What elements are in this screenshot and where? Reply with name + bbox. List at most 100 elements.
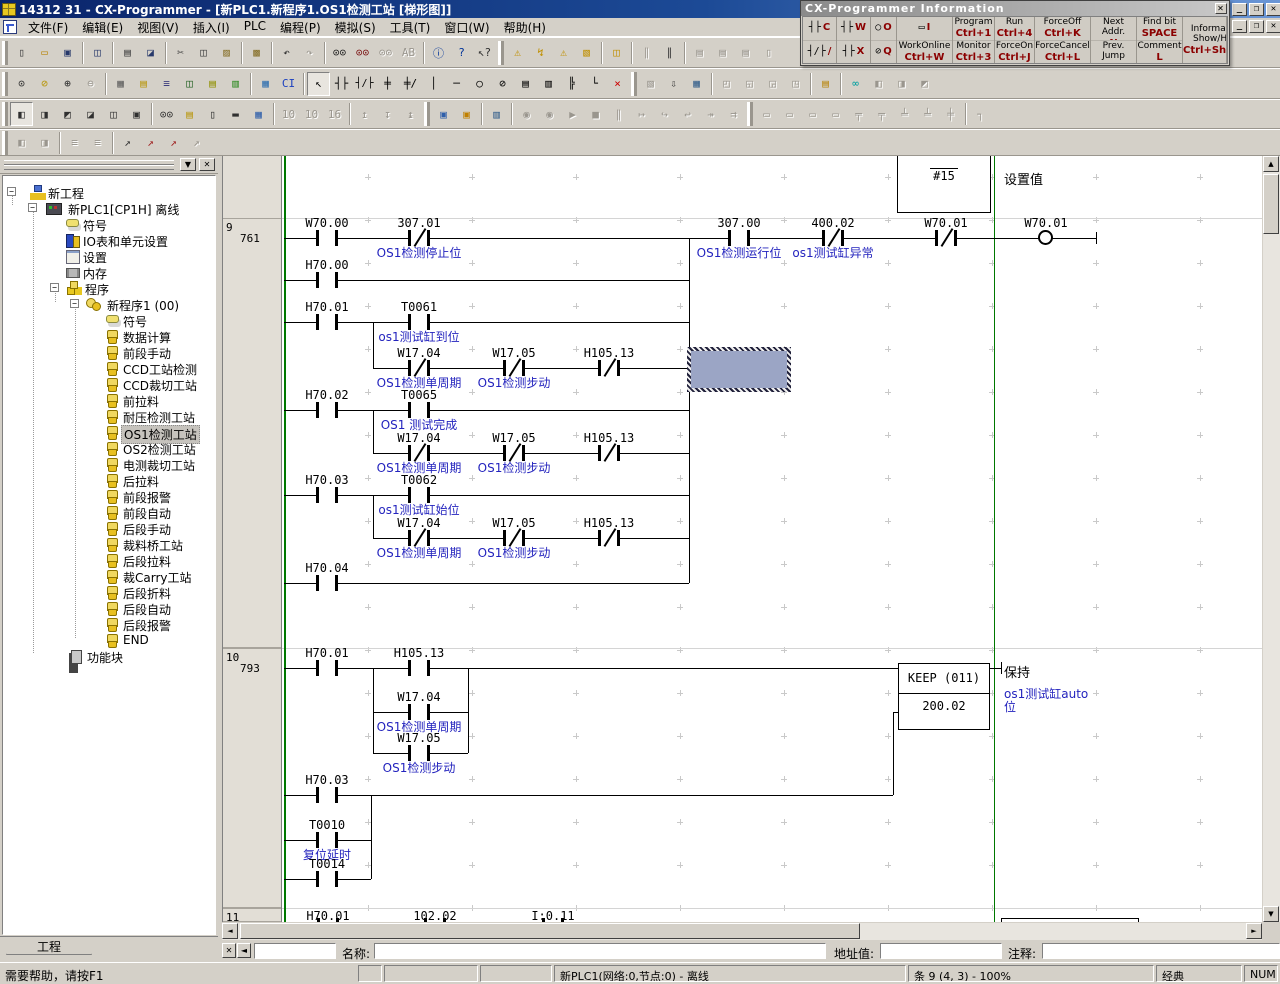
- menu-模拟S[interactable]: 模拟(S): [328, 17, 383, 38]
- ladder-canvas[interactable]: 97611079311829W70.00307.01OS1检测停止位307.00…: [222, 156, 1262, 922]
- erase-mode-button[interactable]: ×: [606, 72, 629, 96]
- menu-窗口W[interactable]: 窗口(W): [437, 17, 496, 38]
- contact-H70.03[interactable]: [316, 787, 338, 803]
- window-close-button[interactable]: ✕: [1266, 3, 1280, 16]
- tree-item-label[interactable]: 程序: [83, 281, 111, 298]
- new-button[interactable]: ▯: [10, 41, 33, 65]
- menu-文件F[interactable]: 文件(F): [21, 17, 75, 38]
- toggle-cross-reference-button[interactable]: ◪: [79, 102, 102, 126]
- tree-item-label[interactable]: 功能块: [85, 649, 125, 666]
- vertical-scrollbar[interactable]: ▲ ▼: [1263, 156, 1280, 922]
- tree-item-label[interactable]: 设置: [81, 249, 109, 266]
- new-or-closed-contact-button[interactable]: ╪/: [399, 72, 422, 96]
- menu-编辑E[interactable]: 编辑(E): [75, 17, 130, 38]
- new-contact-button[interactable]: ┤├: [330, 72, 353, 96]
- tree-item-label[interactable]: 后段手动: [121, 521, 173, 538]
- rung-header-9[interactable]: 9761: [223, 218, 281, 648]
- pen-edit-button[interactable]: ↗: [116, 131, 139, 155]
- toggle-grid-button[interactable]: ▦: [109, 72, 132, 96]
- menu-视图V[interactable]: 视图(V): [130, 17, 186, 38]
- toolbar-grip[interactable]: [2, 131, 8, 155]
- tree-item-label[interactable]: 数据计算: [121, 329, 173, 346]
- transfer-comp-button[interactable]: ▦: [685, 72, 708, 96]
- contact-closed-W70.01[interactable]: [935, 230, 957, 246]
- transfer-check-button[interactable]: ▧: [575, 41, 598, 65]
- undo-button[interactable]: ↶: [275, 41, 298, 65]
- contact-H70.01[interactable]: [316, 660, 338, 676]
- selected-cell[interactable]: [687, 347, 791, 392]
- dialog-monitor-button[interactable]: ▬: [224, 102, 247, 126]
- tree-item-END[interactable]: END: [3, 633, 216, 648]
- contact-closed-H105.13[interactable]: [598, 445, 620, 461]
- tree-item-label[interactable]: 后段拉料: [121, 553, 173, 570]
- toolbar-grip[interactable]: [2, 102, 8, 126]
- tree-item-符号[interactable]: 符号: [3, 313, 216, 328]
- comment-input[interactable]: [1042, 943, 1280, 959]
- tree-item-label[interactable]: 前段自动: [121, 505, 173, 522]
- document-minimize-button[interactable]: _: [1232, 20, 1247, 33]
- about-button[interactable]: ⓘ: [427, 41, 450, 65]
- tree-item-label[interactable]: CCD裁切工站: [121, 377, 199, 394]
- window-restore-button[interactable]: ❐: [1249, 3, 1264, 16]
- tree-item-新工程[interactable]: 新工程: [3, 185, 216, 200]
- vertical-scroll-thumb[interactable]: [1263, 174, 1279, 234]
- print-preview-button[interactable]: ◪: [139, 41, 162, 65]
- contact-H70.03[interactable]: [316, 487, 338, 503]
- monitor-glasses-button[interactable]: ∞: [844, 72, 867, 96]
- scroll-left-button[interactable]: ◄: [222, 923, 238, 939]
- toolbar-grip[interactable]: [747, 102, 753, 126]
- tree-item-前段报警[interactable]: 前段报警: [3, 489, 216, 504]
- tree-item-OS2检测工站[interactable]: OS2检测工站: [3, 441, 216, 456]
- workspace-close-button[interactable]: ✕: [199, 158, 215, 171]
- tree-item-label[interactable]: 后拉料: [121, 473, 161, 490]
- replace-button[interactable]: ⊙⊙: [351, 41, 374, 65]
- open-button[interactable]: ▭: [33, 41, 56, 65]
- symbol-bar-collapse-button[interactable]: ◄: [237, 943, 251, 958]
- tree-item-IO表和单元设置[interactable]: IO表和单元设置: [3, 233, 216, 248]
- tree-item-label[interactable]: 符号: [81, 217, 109, 234]
- toggle-local-symbols-button[interactable]: ◫: [102, 102, 125, 126]
- tree-item-label[interactable]: 前段手动: [121, 345, 173, 362]
- work-online-simulator-button[interactable]: ▣: [432, 102, 455, 126]
- tree-item-label[interactable]: 耐压检测工站: [121, 409, 197, 426]
- symbol-bar-close-button[interactable]: ✕: [222, 943, 236, 958]
- tree-item-后段折料[interactable]: 后段折料: [3, 585, 216, 600]
- page-view-button[interactable]: ▯: [201, 102, 224, 126]
- tree-item-label[interactable]: IO表和单元设置: [81, 233, 170, 250]
- help-topics-button[interactable]: ?: [450, 41, 473, 65]
- contact-H70.01[interactable]: [316, 314, 338, 330]
- tree-item-label[interactable]: 后段折料: [121, 585, 173, 602]
- tree-item-内存[interactable]: 内存: [3, 265, 216, 280]
- io-multipoint-button[interactable]: ▤: [814, 72, 837, 96]
- contact-closed-H105.13[interactable]: [598, 530, 620, 546]
- tree-item-前段自动[interactable]: 前段自动: [3, 505, 216, 520]
- tree-item-新PLC1[CP1H] 离线[interactable]: 新PLC1[CP1H] 离线: [3, 201, 216, 216]
- tree-item-裁料桥工站[interactable]: 裁料桥工站: [3, 537, 216, 552]
- new-horizontal-button[interactable]: ─: [445, 72, 468, 96]
- rung-header-11[interactable]: 11829: [223, 908, 281, 922]
- tree-item-后段拉料[interactable]: 后段拉料: [3, 553, 216, 568]
- pause-button[interactable]: ∥: [658, 41, 681, 65]
- contact-T0014[interactable]: [316, 871, 338, 887]
- menu-帮助H[interactable]: 帮助(H): [497, 17, 553, 38]
- tree-item-OS1检测工站[interactable]: OS1检测工站: [3, 425, 216, 440]
- compile-button[interactable]: ⚠: [506, 41, 529, 65]
- monitor-pane-button[interactable]: ◫: [178, 72, 201, 96]
- tree-item-CCD裁切工站[interactable]: CCD裁切工站: [3, 377, 216, 392]
- tree-item-后拉料[interactable]: 后拉料: [3, 473, 216, 488]
- tree-item-电测裁切工站[interactable]: 电测裁切工站: [3, 457, 216, 472]
- section-list-button[interactable]: ▥: [224, 72, 247, 96]
- find-symbol-button[interactable]: ⊙⊙: [155, 102, 178, 126]
- tree-item-label[interactable]: CCD工站检测: [121, 361, 199, 378]
- tree-item-功能块[interactable]: 功能块: [3, 649, 216, 664]
- document-restore-button[interactable]: ❐: [1249, 20, 1264, 33]
- tree-item-label[interactable]: OS2检测工站: [121, 441, 198, 458]
- find-report-button[interactable]: ⚠: [552, 41, 575, 65]
- contact-H105.13[interactable]: [408, 660, 430, 676]
- tree-item-label[interactable]: 新PLC1[CP1H] 离线: [66, 201, 181, 218]
- scroll-up-button[interactable]: ▲: [1263, 156, 1279, 172]
- rung-header-10[interactable]: 10793: [223, 648, 281, 908]
- pen-percent-b-button[interactable]: ↗: [162, 131, 185, 155]
- find-button[interactable]: ⊙⊙: [328, 41, 351, 65]
- symbol-extra-field[interactable]: [254, 943, 336, 959]
